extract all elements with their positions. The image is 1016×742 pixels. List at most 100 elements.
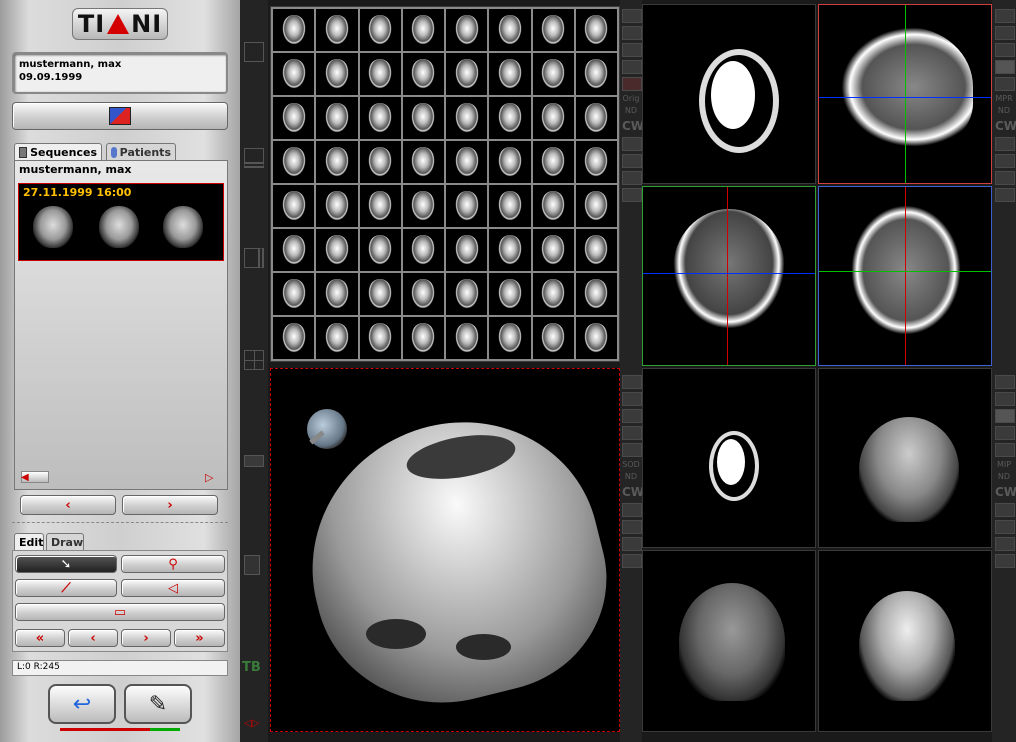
- slice-thumbnail[interactable]: [575, 229, 617, 271]
- layout-2x2-icon[interactable]: [244, 350, 264, 370]
- nd-label[interactable]: ND: [622, 106, 640, 115]
- sequence-item[interactable]: 27.11.1999 16:00: [18, 183, 224, 261]
- tab-edit[interactable]: Edit: [14, 533, 44, 550]
- last-image-button[interactable]: »: [174, 629, 225, 647]
- crosshair-horizontal[interactable]: [643, 273, 815, 274]
- layout-icon[interactable]: [995, 26, 1015, 40]
- layout-icon[interactable]: [622, 409, 642, 423]
- slice-thumbnail[interactable]: [273, 53, 315, 95]
- layout-icon[interactable]: [622, 426, 642, 440]
- mip-label[interactable]: MIP: [995, 460, 1013, 469]
- slice-thumbnail[interactable]: [575, 185, 617, 227]
- undo-button[interactable]: ↩: [48, 684, 116, 724]
- patient-folder-button[interactable]: [12, 102, 228, 130]
- slice-thumbnail[interactable]: [575, 273, 617, 315]
- volume-render-viewport[interactable]: [270, 368, 620, 732]
- expand-arrows-icon[interactable]: ◁▷: [244, 718, 259, 729]
- printer-icon[interactable]: [995, 537, 1015, 551]
- printer-icon[interactable]: [622, 171, 642, 185]
- nd-label[interactable]: ND: [995, 472, 1013, 481]
- mpr-axial-thumb-viewport[interactable]: [642, 4, 816, 184]
- slice-thumbnail[interactable]: [532, 97, 574, 139]
- layout-icon[interactable]: [995, 43, 1015, 57]
- slice-thumbnail[interactable]: [489, 273, 531, 315]
- crosshair-vertical[interactable]: [905, 187, 906, 365]
- skull-mip-viewport[interactable]: [818, 368, 992, 548]
- image-icon[interactable]: [995, 9, 1015, 23]
- slice-thumbnail[interactable]: [359, 273, 401, 315]
- stack-icon[interactable]: [244, 555, 260, 575]
- slice-thumbnail[interactable]: [316, 141, 358, 183]
- layout-icon[interactable]: [622, 43, 642, 57]
- export-icon[interactable]: [995, 188, 1015, 202]
- tb-label[interactable]: TB: [242, 660, 261, 675]
- cw-label[interactable]: CW: [995, 485, 1016, 499]
- angle-tool-button[interactable]: ◁: [121, 579, 225, 597]
- layers-icon[interactable]: [622, 503, 642, 517]
- slice-thumbnail[interactable]: [489, 229, 531, 271]
- slice-thumbnail[interactable]: [402, 141, 444, 183]
- slice-thumbnail[interactable]: [402, 185, 444, 227]
- layers-icon[interactable]: [995, 503, 1015, 517]
- slice-thumbnail[interactable]: [402, 97, 444, 139]
- crosshair-vertical[interactable]: [905, 5, 906, 183]
- slice-thumbnail[interactable]: [359, 317, 401, 359]
- slice-thumbnail[interactable]: [489, 53, 531, 95]
- slice-thumbnail[interactable]: [446, 185, 488, 227]
- slice-thumbnail[interactable]: [489, 9, 531, 51]
- measure-tool-button[interactable]: ⟋: [15, 579, 117, 597]
- tab-sequences[interactable]: Sequences: [14, 143, 102, 160]
- slice-thumbnail[interactable]: [316, 273, 358, 315]
- prev-sequence-button[interactable]: ‹: [20, 495, 116, 515]
- slice-thumbnail[interactable]: [273, 185, 315, 227]
- orig-label[interactable]: Orig: [622, 94, 640, 103]
- slice-thumbnail[interactable]: [316, 229, 358, 271]
- mpr-label[interactable]: MPR: [995, 94, 1013, 103]
- slice-thumbnail[interactable]: [273, 97, 315, 139]
- scroll-left-icon[interactable]: ◀: [21, 472, 29, 483]
- speaker-icon[interactable]: [622, 520, 642, 534]
- slice-thumbnail[interactable]: [446, 97, 488, 139]
- slice-thumbnail[interactable]: [532, 317, 574, 359]
- image-icon[interactable]: [995, 375, 1015, 389]
- tab-patients[interactable]: Patients: [106, 143, 176, 160]
- speaker-icon[interactable]: [995, 154, 1015, 168]
- slice-thumbnail[interactable]: [532, 9, 574, 51]
- slice-thumbnail[interactable]: [273, 317, 315, 359]
- grid-icon[interactable]: [995, 77, 1015, 91]
- slice-thumbnail[interactable]: [316, 185, 358, 227]
- layout-icon[interactable]: [622, 60, 642, 74]
- export-icon[interactable]: [622, 188, 642, 202]
- layout-2x1-icon[interactable]: [244, 148, 264, 168]
- slice-thumbnail[interactable]: [575, 53, 617, 95]
- printer-icon[interactable]: [995, 171, 1015, 185]
- tab-draw[interactable]: Draw: [46, 533, 84, 550]
- slice-thumbnail[interactable]: [402, 317, 444, 359]
- crosshair-vertical[interactable]: [727, 187, 728, 365]
- slice-thumbnail[interactable]: [273, 229, 315, 271]
- skull-translucent-viewport[interactable]: [642, 550, 816, 732]
- slice-thumbnail[interactable]: [446, 273, 488, 315]
- slice-thumbnail[interactable]: [575, 141, 617, 183]
- cw-label[interactable]: CW: [622, 485, 644, 499]
- slice-thumbnail[interactable]: [273, 9, 315, 51]
- scroll-right-icon[interactable]: ▷: [205, 471, 213, 484]
- slice-thumbnail[interactable]: [532, 229, 574, 271]
- cw-label[interactable]: CW: [995, 119, 1016, 133]
- slice-thumbnail[interactable]: [575, 9, 617, 51]
- mpr-coronal-viewport[interactable]: [642, 186, 816, 366]
- grid-icon[interactable]: [995, 426, 1015, 440]
- image-icon[interactable]: [622, 9, 642, 23]
- printer-icon[interactable]: [622, 537, 642, 551]
- slice-thumbnail[interactable]: [402, 229, 444, 271]
- layout-1x1-icon[interactable]: [244, 42, 264, 62]
- slice-thumbnail[interactable]: [359, 185, 401, 227]
- slice-thumbnail[interactable]: [359, 9, 401, 51]
- slice-thumbnail[interactable]: [316, 9, 358, 51]
- crosshair-horizontal[interactable]: [819, 97, 991, 98]
- mpr-sagittal-viewport[interactable]: [818, 4, 992, 184]
- slice-thumbnail[interactable]: [402, 273, 444, 315]
- slice-thumbnail[interactable]: [316, 317, 358, 359]
- slice-thumbnail[interactable]: [316, 53, 358, 95]
- slice-thumbnail[interactable]: [273, 273, 315, 315]
